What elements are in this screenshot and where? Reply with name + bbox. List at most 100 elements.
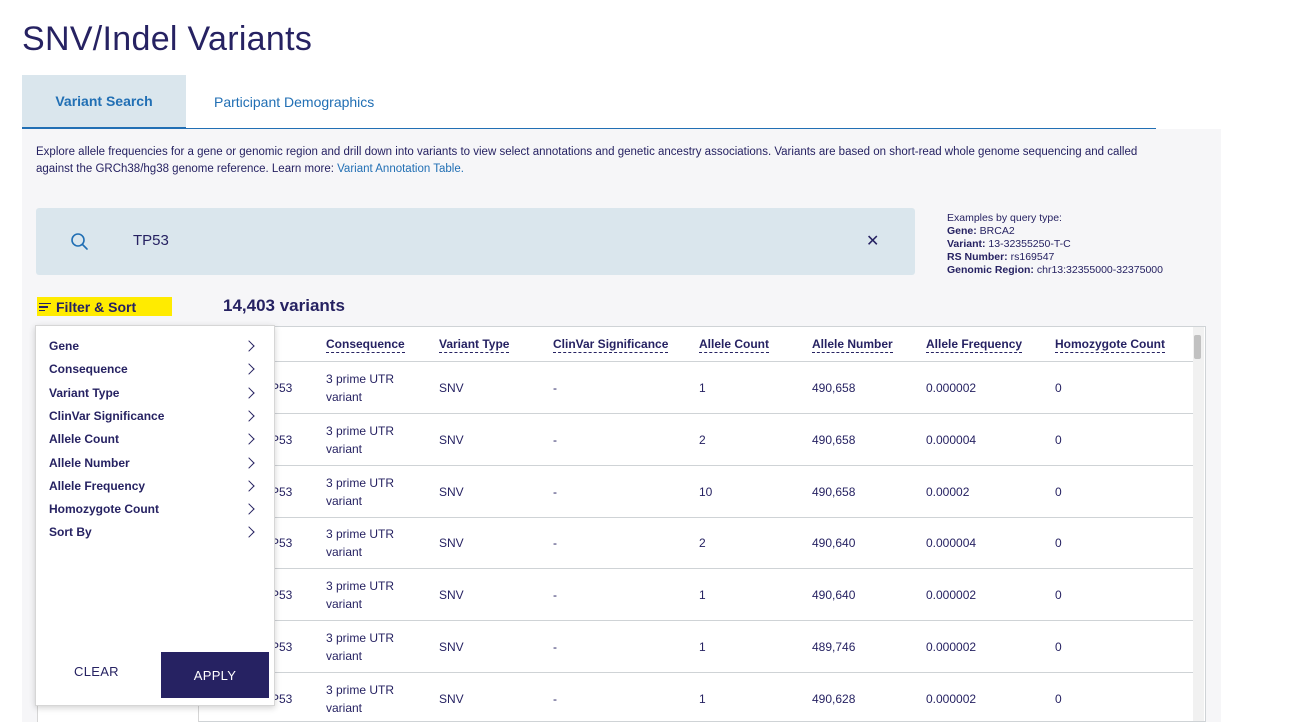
cell-allele-number: 490,628 xyxy=(812,691,856,706)
cell-variant-type: SNV xyxy=(439,432,464,447)
column-allele-number[interactable]: Allele Number xyxy=(812,337,893,353)
example-genomic-region: Genomic Region: chr13:32355000-32375000 xyxy=(947,264,1163,276)
filter-sort-button[interactable]: Filter & Sort xyxy=(37,297,172,316)
table-row[interactable]: P53 3 prime UTR variant SNV -1 490,628 0.00000… xyxy=(199,673,1194,721)
example-variant: Variant: 13-32355250-T-C xyxy=(947,238,1071,250)
chevron-right-icon xyxy=(243,386,255,399)
scrollbar-thumb[interactable] xyxy=(1194,335,1201,359)
cell-homozygote-count: 0 xyxy=(1055,432,1062,447)
cell-allele-count: 1 xyxy=(699,691,706,706)
cell-homozygote-count: 0 xyxy=(1055,381,1062,395)
filter-menu-item-gene[interactable]: Gene xyxy=(49,336,259,356)
chevron-right-icon xyxy=(243,480,255,492)
filter-menu-label: Sort By xyxy=(49,525,92,540)
cell-clinvar: - xyxy=(553,640,557,654)
cell-allele-count: 1 xyxy=(699,588,706,603)
column-homozygote-count[interactable]: Homozygote Count xyxy=(1055,337,1165,353)
filter-menu-item-consequence[interactable]: Consequence xyxy=(49,359,259,379)
table-scrollbar[interactable] xyxy=(1193,327,1204,721)
description-text: Explore allele frequencies for a gene or… xyxy=(36,146,1138,175)
filter-menu-item-allele-count[interactable]: Allele Count xyxy=(49,429,259,449)
cell-consequence-line1: 3 prime UTR xyxy=(326,682,395,697)
column-consequence[interactable]: Consequence xyxy=(326,337,405,353)
cell-consequence-line2: variant xyxy=(326,390,363,404)
filter-menu-item-allele-number[interactable]: Allele Number xyxy=(49,453,259,473)
table-row[interactable]: P53 3 prime UTR variant SNV -1 489,746 0.00000… xyxy=(199,621,1194,673)
column-allele-frequency[interactable]: Allele Frequency xyxy=(926,337,1023,353)
cell-allele-number: 490,640 xyxy=(812,536,856,551)
apply-button[interactable]: APPLY xyxy=(161,652,269,698)
page-title: SNV/Indel Variants xyxy=(22,20,313,58)
table-row[interactable]: P53 3 prime UTR variant SNV -1 490,640 0.00000… xyxy=(199,569,1194,622)
examples-heading: Examples by query type: xyxy=(947,212,1062,224)
cell-homozygote-count: 0 xyxy=(1055,691,1062,706)
cell-consequence-line1: 3 prime UTR xyxy=(326,475,395,490)
cell-allele-count: 10 xyxy=(699,484,713,499)
filter-menu-item-sort-by[interactable]: Sort By xyxy=(49,522,259,542)
cell-homozygote-count: 0 xyxy=(1055,536,1062,551)
filter-menu-item-variant-type[interactable]: Variant Type xyxy=(49,383,259,403)
table-row[interactable]: P53 3 prime UTR variant SNV -2 490,658 0.00000… xyxy=(199,414,1194,466)
cell-consequence-line2: variant xyxy=(326,700,363,715)
cell-homozygote-count: 0 xyxy=(1055,588,1062,603)
cell-allele-number: 490,658 xyxy=(812,432,856,447)
cell-allele-frequency: 0.000004 xyxy=(926,432,977,447)
filter-menu-label: Variant Type xyxy=(49,385,120,400)
cell-allele-number: 490,640 xyxy=(812,588,856,603)
cell-consequence-line2: variant xyxy=(326,441,363,456)
filter-menu-item-homozygote-count[interactable]: Homozygote Count xyxy=(49,499,259,519)
cell-consequence-line2: variant xyxy=(326,649,363,663)
cell-consequence-line2: variant xyxy=(326,597,363,612)
table-header: Consequence Variant Type ClinVar Signifi… xyxy=(199,327,1194,362)
cell-clinvar: - xyxy=(553,536,557,551)
cell-consequence-line2: variant xyxy=(326,493,363,508)
search-icon[interactable] xyxy=(70,232,90,252)
cell-consequence-line1: 3 prime UTR xyxy=(326,631,395,645)
filter-menu-label: ClinVar Significance xyxy=(49,408,165,423)
chevron-right-icon xyxy=(243,410,255,422)
filter-menu-label: Consequence xyxy=(49,362,128,377)
tab-bar: Variant Search Participant Demographics xyxy=(22,75,1156,129)
table-row[interactable]: P53 3 prime UTR variant SNV -2 490,640 0.00000… xyxy=(199,517,1194,570)
filter-menu-label: Allele Count xyxy=(49,432,120,447)
example-gene: Gene: BRCA2 xyxy=(947,225,1015,237)
table-row[interactable]: P53 3 prime UTR variant SNV -10 490,658 0.0000… xyxy=(199,466,1194,518)
filter-panel-edge xyxy=(37,706,199,722)
cell-consequence-line2: variant xyxy=(326,545,363,560)
filter-menu-label: Gene xyxy=(49,339,80,353)
search-input[interactable]: TP53 xyxy=(133,232,169,249)
cell-clinvar: - xyxy=(553,432,557,447)
clear-search-icon[interactable]: ✕ xyxy=(866,231,879,251)
cell-homozygote-count: 0 xyxy=(1055,640,1062,654)
variant-annotation-table-link[interactable]: Variant Annotation Table. xyxy=(337,163,464,175)
cell-variant-type: SNV xyxy=(439,691,464,706)
cell-consequence-line1: 3 prime UTR xyxy=(326,579,395,594)
cell-consequence-line1: 3 prime UTR xyxy=(326,527,395,542)
page-description: Explore allele frequencies for a gene or… xyxy=(36,144,1166,178)
chevron-right-icon xyxy=(243,503,255,515)
filter-sort-label: Filter & Sort xyxy=(56,298,137,315)
cell-allele-number: 490,658 xyxy=(812,484,856,499)
table-row[interactable]: P53 3 prime UTR variant SNV -1 490,658 0.00000… xyxy=(199,362,1194,414)
cell-consequence-line1: 3 prime UTR xyxy=(326,372,395,386)
cell-variant-type: SNV xyxy=(439,640,464,654)
filter-menu-item-clinvar-significance[interactable]: ClinVar Significance xyxy=(49,406,259,426)
column-variant-type[interactable]: Variant Type xyxy=(439,337,510,353)
clear-button[interactable]: CLEAR xyxy=(74,664,119,679)
cell-allele-count: 2 xyxy=(699,536,706,551)
cell-variant-type: SNV xyxy=(439,484,464,499)
cell-allele-frequency: 0.000002 xyxy=(926,588,977,603)
cell-consequence-line1: 3 prime UTR xyxy=(326,423,395,438)
tab-participant-demographics[interactable]: Participant Demographics xyxy=(202,75,412,128)
filter-menu-label: Allele Number xyxy=(49,455,130,470)
filter-menu-item-allele-frequency[interactable]: Allele Frequency xyxy=(49,476,259,496)
column-clinvar-significance[interactable]: ClinVar Significance xyxy=(553,337,669,353)
cell-allele-count: 1 xyxy=(699,381,706,395)
cell-allele-frequency: 0.000004 xyxy=(926,536,977,551)
tab-variant-search[interactable]: Variant Search xyxy=(22,75,186,129)
filter-icon xyxy=(39,302,51,312)
chevron-right-icon xyxy=(243,340,255,352)
cell-variant-type: SNV xyxy=(439,588,464,603)
column-allele-count[interactable]: Allele Count xyxy=(699,337,770,353)
cell-variant-type: SNV xyxy=(439,536,464,551)
